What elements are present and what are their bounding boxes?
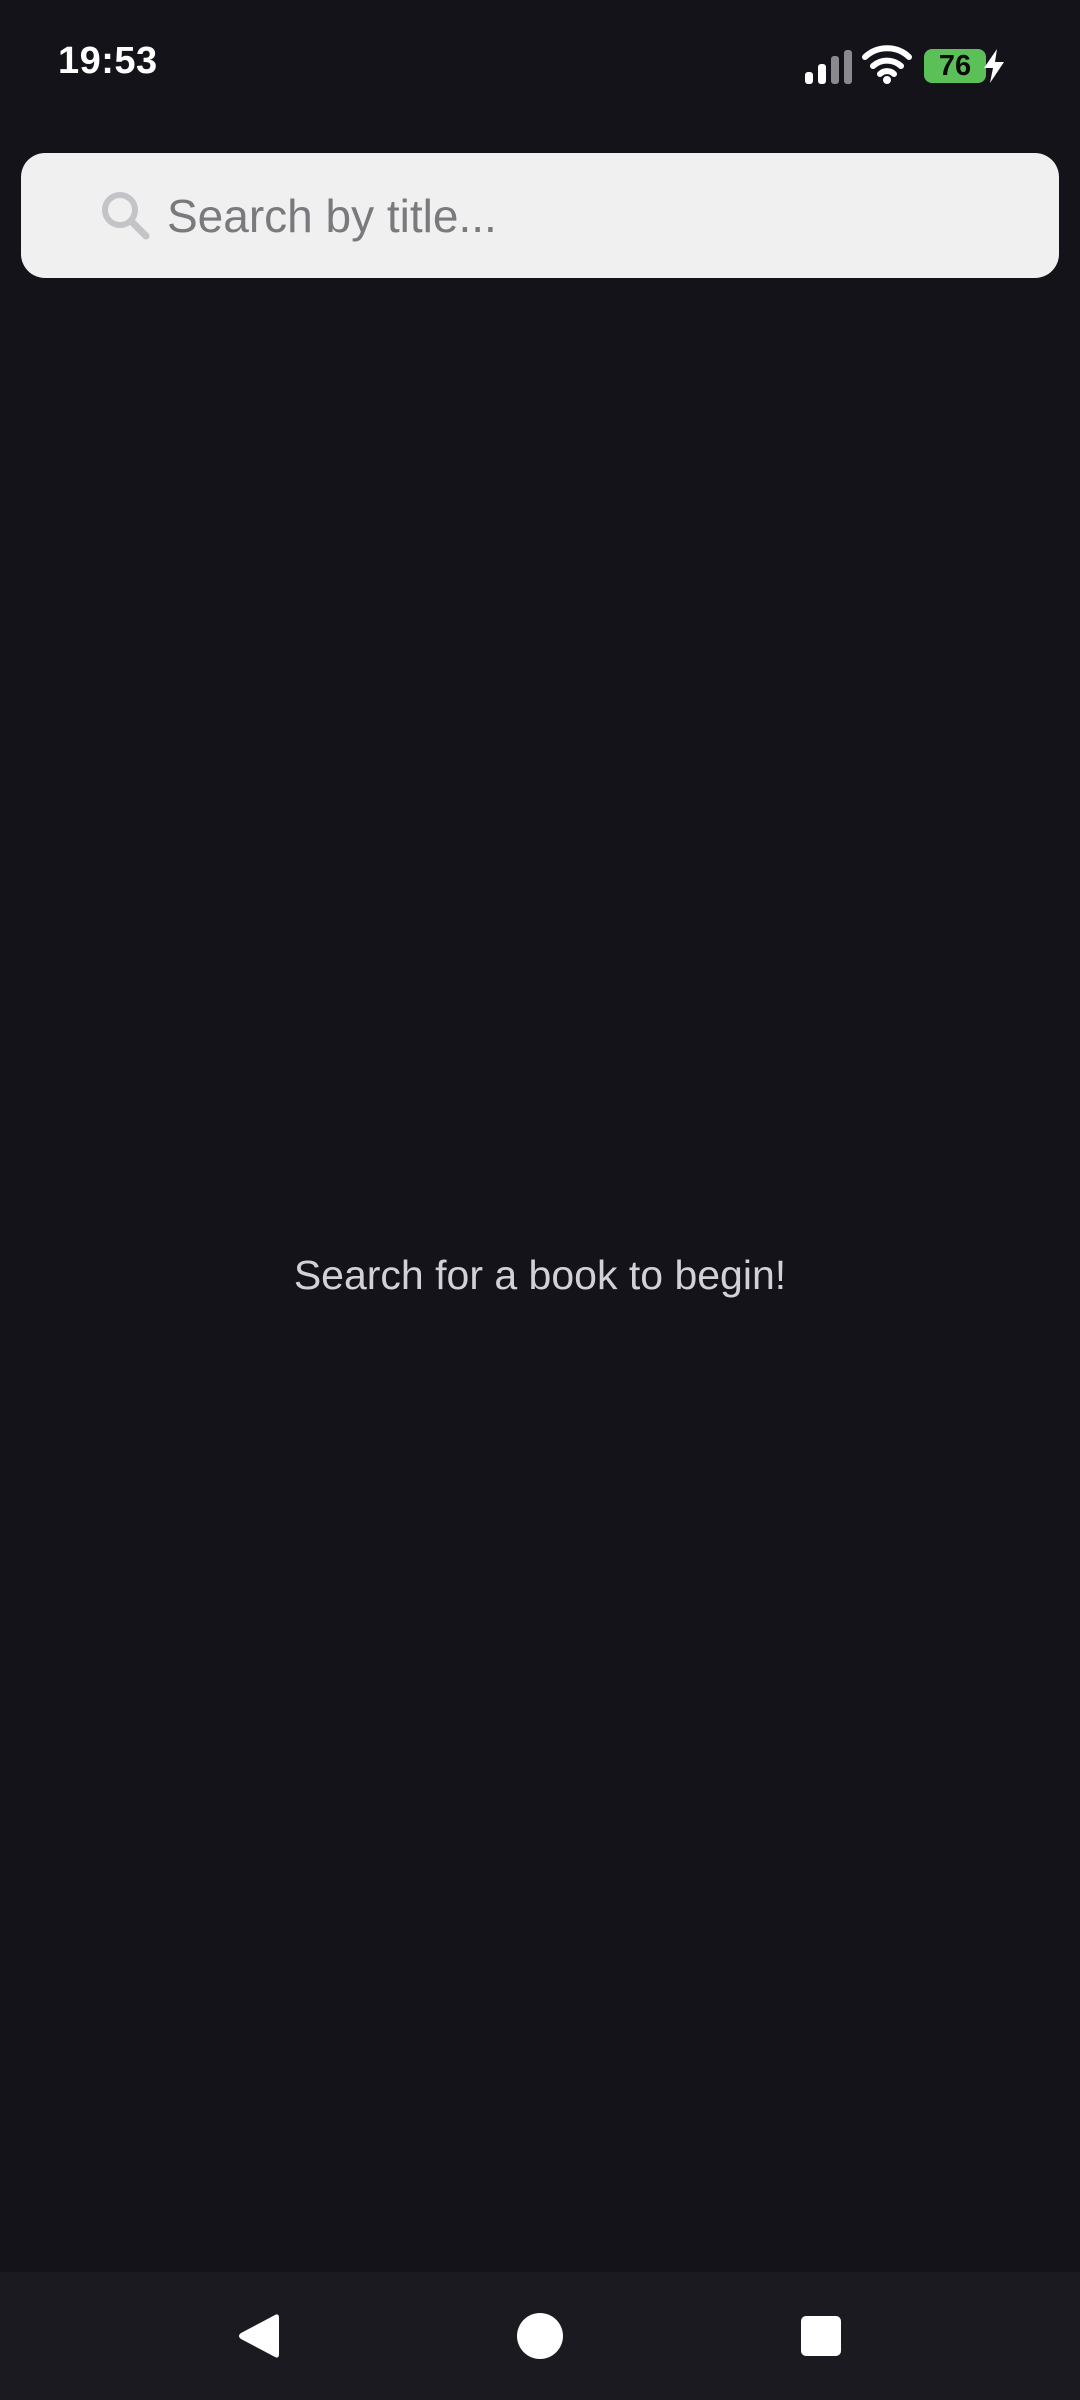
system-navigation-bar: [0, 2272, 1080, 2400]
nav-back-button[interactable]: [198, 2272, 318, 2400]
charging-bolt-icon: [984, 49, 1004, 83]
search-bar[interactable]: [21, 153, 1059, 278]
battery-indicator: 76: [924, 49, 986, 83]
cell-signal-icon: [805, 50, 852, 84]
home-circle-icon: [517, 2313, 563, 2359]
battery-level: 76: [938, 50, 972, 82]
status-time: 19:53: [58, 40, 158, 82]
status-bar: 19:53 76: [0, 0, 1080, 130]
nav-home-button[interactable]: [480, 2272, 600, 2400]
recents-square-icon: [801, 2316, 841, 2356]
search-icon: [102, 192, 150, 240]
app-screen: 19:53 76 Search for a book to begin!: [0, 0, 1080, 2400]
empty-state-message: Search for a book to begin!: [293, 1252, 787, 1298]
wifi-icon: [862, 45, 912, 84]
nav-recents-button[interactable]: [761, 2272, 881, 2400]
back-triangle-icon: [239, 2314, 279, 2358]
search-input[interactable]: [167, 173, 1027, 258]
